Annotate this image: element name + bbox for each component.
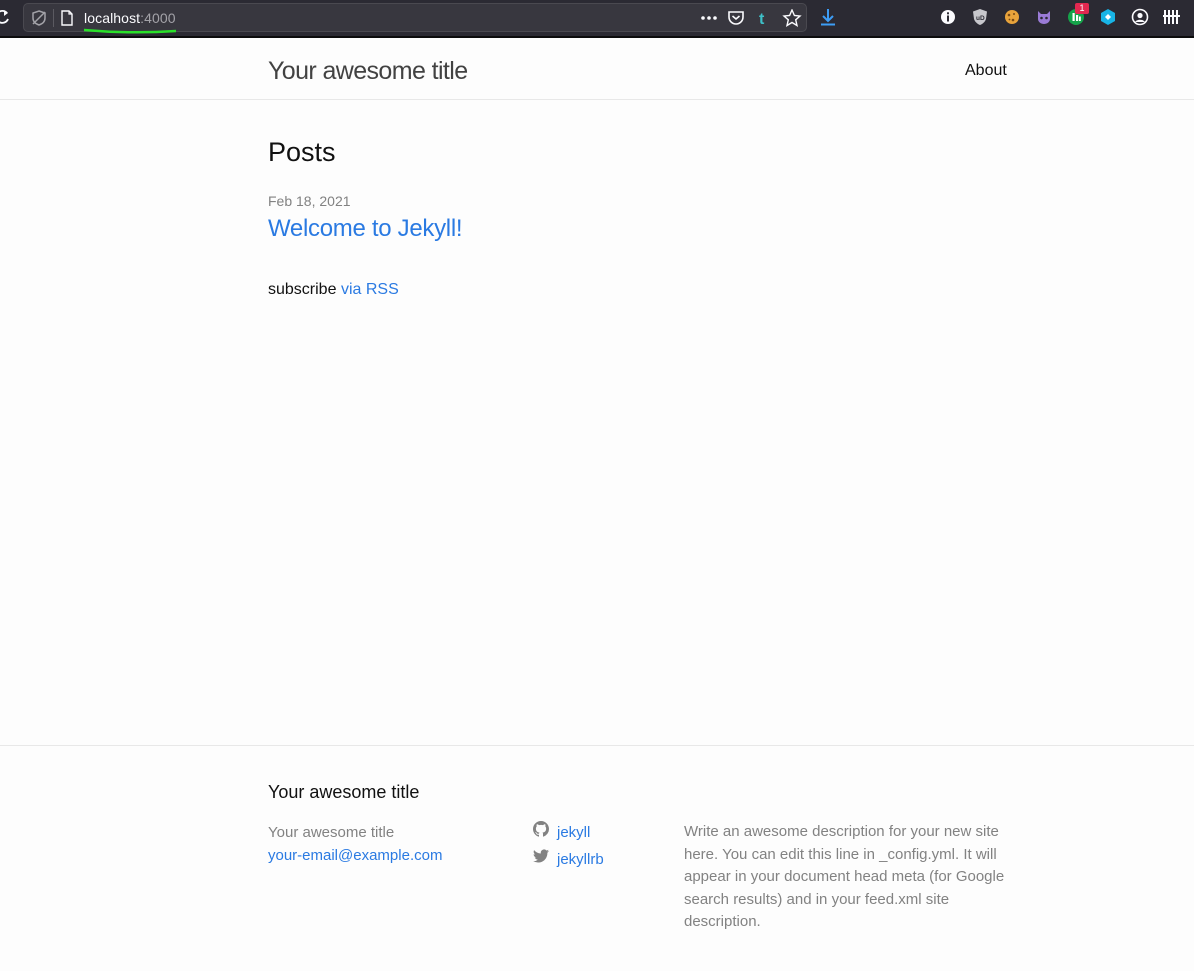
site-footer: Your awesome title Your awesome title yo… [0, 745, 1194, 971]
tracking-protection-icon[interactable] [30, 9, 48, 27]
svg-text:t: t [759, 11, 765, 27]
tampermonkey-icon[interactable] [1035, 8, 1053, 26]
reload-icon[interactable] [0, 8, 10, 26]
twitter-icon [533, 849, 549, 863]
account-icon[interactable] [1131, 8, 1149, 26]
url-host: localhost [84, 10, 141, 26]
site-header: Your awesome title About [0, 40, 1194, 100]
url-bar[interactable]: localhost:4000 t [23, 3, 807, 34]
svg-text:uD: uD [976, 15, 985, 22]
url-separator [53, 9, 54, 27]
footer-description: Write an awesome description for your ne… [684, 823, 1005, 930]
hexagon-extension-icon[interactable] [1099, 8, 1117, 26]
rss-prefix: subscribe [268, 281, 337, 298]
footer-contact: Your awesome title your-email@example.co… [268, 821, 442, 867]
posts-heading: Posts [268, 137, 336, 167]
twitter-link[interactable]: jekyllrb [557, 848, 604, 871]
download-icon[interactable] [819, 8, 837, 26]
annotation-underline [84, 28, 176, 34]
rss-link[interactable]: via RSS [341, 281, 399, 298]
site-title-link[interactable]: Your awesome title [268, 55, 468, 87]
footer-heading: Your awesome title [268, 782, 420, 802]
extension-badge: 1 [1075, 3, 1089, 14]
rss-subscribe: subscribe via RSS [268, 280, 399, 300]
pocket-icon[interactable] [727, 9, 745, 27]
footer-site-name: Your awesome title [268, 824, 395, 841]
footer-email-link[interactable]: your-email@example.com [268, 844, 442, 867]
library-icon[interactable] [1163, 8, 1181, 26]
page-info-icon[interactable] [60, 10, 74, 26]
github-link[interactable]: jekyll [557, 821, 590, 844]
url-text[interactable]: localhost:4000 [84, 10, 176, 26]
post-date: Feb 18, 2021 [268, 193, 351, 209]
bookmark-star-icon[interactable] [782, 9, 802, 27]
cookie-icon[interactable] [1003, 8, 1021, 26]
url-port: :4000 [140, 10, 176, 26]
more-actions-icon[interactable] [699, 9, 719, 27]
browser-toolbar: localhost:4000 t uD 1 [0, 0, 1194, 38]
nav-link-about[interactable]: About [965, 61, 1007, 81]
post-title-link[interactable]: Welcome to Jekyll! [268, 213, 463, 245]
ublock-icon[interactable]: uD [971, 8, 989, 26]
info-extension-icon[interactable] [939, 8, 957, 26]
github-icon [533, 821, 549, 837]
tumblr-icon[interactable]: t [755, 9, 771, 27]
